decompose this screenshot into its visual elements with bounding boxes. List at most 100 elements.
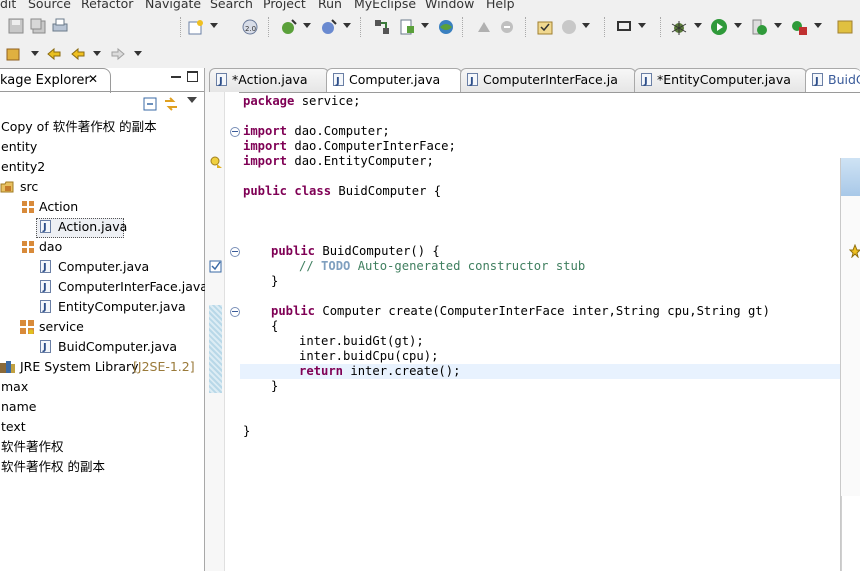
tree-item[interactable]: name bbox=[1, 397, 36, 417]
folding-column bbox=[225, 92, 239, 571]
deploy-icon[interactable] bbox=[373, 18, 391, 36]
tab-entitycomputer-java[interactable]: *EntityComputer.java bbox=[634, 68, 807, 93]
fold-toggle[interactable] bbox=[230, 307, 240, 317]
tab-action-java[interactable]: *Action.java bbox=[209, 68, 329, 93]
menu-run[interactable]: Run bbox=[318, 0, 342, 11]
package-explorer-title: kage Explorer bbox=[0, 73, 90, 88]
java-file-icon bbox=[467, 71, 478, 93]
close-view-icon[interactable]: ✕ bbox=[88, 72, 98, 86]
tree-item[interactable]: Copy of 软件著作权 的副本 bbox=[1, 117, 157, 137]
save-all-icon[interactable] bbox=[30, 18, 46, 34]
star-icon bbox=[849, 244, 860, 258]
save-icon[interactable] bbox=[8, 18, 24, 34]
run-icon[interactable] bbox=[710, 18, 728, 36]
menu-source[interactable]: Source bbox=[28, 0, 71, 11]
menu-edit[interactable]: dit bbox=[0, 0, 16, 11]
link-with-editor-icon[interactable] bbox=[163, 96, 179, 112]
change-marker bbox=[209, 305, 222, 393]
menu-myeclipse[interactable]: MyEclipse bbox=[354, 0, 416, 11]
code-line: package service; bbox=[243, 94, 361, 108]
overlay-footer bbox=[841, 496, 860, 571]
globe-icon[interactable] bbox=[437, 18, 455, 36]
java-file-icon bbox=[812, 71, 823, 93]
tree-item[interactable]: entity bbox=[1, 137, 37, 157]
tree-item[interactable]: 软件著作权 的副本 bbox=[1, 457, 105, 477]
code-line: } bbox=[243, 424, 251, 438]
java-file-icon bbox=[40, 338, 51, 358]
java-file-icon bbox=[333, 71, 344, 93]
code-line: return inter.create(); bbox=[299, 364, 461, 378]
code-line: inter.buidCpu(cpu); bbox=[299, 349, 439, 363]
external-tools-icon[interactable] bbox=[790, 18, 808, 36]
menu-window[interactable]: Window bbox=[425, 0, 474, 11]
web-project-icon[interactable] bbox=[398, 18, 416, 36]
code-line: import dao.EntityComputer; bbox=[243, 154, 434, 168]
open-type-icon[interactable] bbox=[836, 18, 854, 36]
tree-item[interactable]: max bbox=[1, 377, 28, 397]
menu-project[interactable]: Project bbox=[263, 0, 306, 11]
prev-annotation-icon[interactable] bbox=[475, 18, 493, 36]
code-line: } bbox=[271, 274, 279, 288]
run-server-icon[interactable] bbox=[750, 18, 768, 36]
code-line: import dao.Computer; bbox=[243, 124, 390, 138]
code-line: inter.buidGt(gt); bbox=[299, 334, 424, 348]
java-file-icon bbox=[40, 278, 51, 298]
code-line: { bbox=[271, 319, 279, 333]
view-menu-icon[interactable] bbox=[187, 97, 197, 103]
code-line: import dao.ComputerInterFace; bbox=[243, 139, 456, 153]
maximize-icon[interactable] bbox=[187, 71, 198, 82]
overlay-titlebar bbox=[841, 158, 860, 196]
tab-computerinterface-java[interactable]: ComputerInterFace.ja bbox=[460, 68, 636, 93]
debug-icon[interactable] bbox=[670, 18, 688, 36]
menu-search[interactable]: Search bbox=[210, 0, 253, 11]
tab-buidcomputer-java[interactable]: BuidC bbox=[805, 68, 860, 93]
secondary-toolbar bbox=[0, 42, 860, 69]
library-icon bbox=[0, 361, 15, 373]
browser-icon[interactable] bbox=[560, 18, 578, 36]
java-file-icon bbox=[40, 258, 51, 278]
code-line: public BuidComputer() { bbox=[271, 244, 440, 258]
code-line: // TODO Auto-generated constructor stub bbox=[299, 259, 586, 273]
tab-computer-java[interactable]: Computer.java bbox=[326, 68, 462, 93]
new-package-icon[interactable] bbox=[320, 18, 338, 36]
minimize-icon[interactable] bbox=[171, 76, 181, 78]
warning-lightbulb-icon[interactable] bbox=[209, 155, 223, 169]
code-line: public Computer create(ComputerInterFace… bbox=[271, 304, 770, 318]
next-annotation-icon[interactable] bbox=[498, 18, 516, 36]
menu-help[interactable]: Help bbox=[486, 0, 515, 11]
menu-bar: dit Source Refactor Navigate Search Proj… bbox=[0, 0, 860, 12]
last-edit-icon[interactable] bbox=[46, 46, 62, 62]
print-icon[interactable] bbox=[52, 18, 68, 34]
tab-divider bbox=[0, 91, 204, 92]
fold-toggle[interactable] bbox=[230, 127, 240, 137]
java-file-icon bbox=[40, 218, 51, 238]
java-file-icon bbox=[641, 71, 652, 93]
server-icon[interactable]: 2.0 bbox=[241, 18, 259, 36]
task-icon[interactable] bbox=[536, 18, 554, 36]
tree-item[interactable]: text bbox=[1, 417, 26, 437]
back-icon[interactable] bbox=[70, 46, 86, 62]
menu-refactor[interactable]: Refactor bbox=[81, 0, 133, 11]
forward-icon[interactable] bbox=[110, 46, 126, 62]
tree-item[interactable]: entity2 bbox=[1, 157, 45, 177]
package-icon bbox=[20, 320, 34, 334]
tree-item[interactable]: 软件著作权 bbox=[1, 437, 64, 457]
new-wizard-icon[interactable] bbox=[187, 18, 205, 36]
svg-text:2.0: 2.0 bbox=[245, 25, 256, 33]
main-toolbar: 2.0 bbox=[0, 12, 860, 42]
package-icon bbox=[22, 201, 34, 213]
java-file-icon bbox=[216, 71, 227, 93]
code-line: } bbox=[271, 379, 279, 393]
open-resource-icon[interactable] bbox=[6, 46, 22, 62]
menu-navigate[interactable]: Navigate bbox=[145, 0, 201, 11]
collapse-all-icon[interactable] bbox=[143, 97, 157, 111]
editor-tabbar: *Action.java Computer.java ComputerInter… bbox=[205, 68, 860, 93]
new-java-class-icon[interactable] bbox=[280, 18, 298, 36]
java-file-icon bbox=[40, 298, 51, 318]
code-editor[interactable]: package service; import dao.Computer; im… bbox=[240, 92, 840, 571]
monitor-icon[interactable] bbox=[615, 18, 633, 36]
package-icon bbox=[22, 241, 34, 253]
task-marker-icon[interactable] bbox=[209, 260, 222, 273]
code-line: public class BuidComputer { bbox=[243, 184, 442, 198]
fold-toggle[interactable] bbox=[230, 247, 240, 257]
